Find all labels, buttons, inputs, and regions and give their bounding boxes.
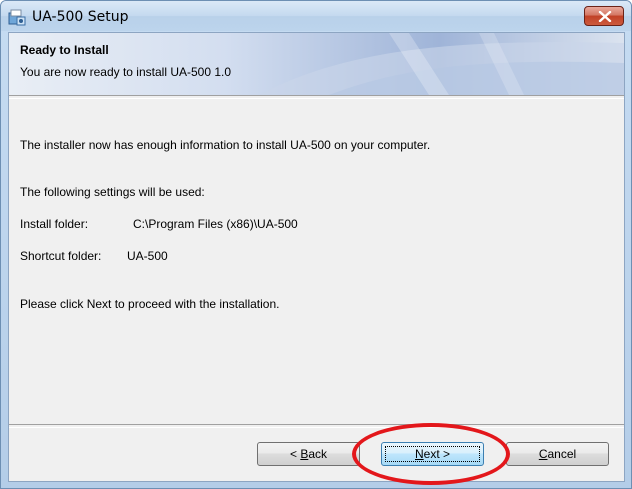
- intro-text: The installer now has enough information…: [20, 138, 431, 152]
- window-title: UA-500 Setup: [32, 9, 129, 25]
- back-button-label: ack: [308, 447, 328, 461]
- next-button-label: ext >: [423, 447, 451, 461]
- cancel-button-label: ancel: [547, 447, 577, 461]
- settings-heading: The following settings will be used:: [20, 185, 205, 199]
- setup-window: UA-500 Setup Ready to Install You are no…: [0, 0, 632, 489]
- header-divider: [9, 95, 624, 99]
- dialog-content: Ready to Install You are now ready to in…: [8, 32, 625, 482]
- close-button[interactable]: [584, 6, 624, 26]
- install-folder-value: C:\Program Files (x86)\UA-500: [133, 217, 298, 231]
- footer-divider: [9, 424, 624, 428]
- install-folder-label: Install folder:: [20, 217, 89, 231]
- shortcut-folder-value: UA-500: [127, 249, 168, 263]
- shortcut-folder-label: Shortcut folder:: [20, 249, 102, 263]
- next-button[interactable]: Next >: [381, 442, 484, 466]
- banner-title: Ready to Install: [20, 43, 109, 57]
- installer-app-icon: [8, 8, 26, 26]
- instruction-text: Please click Next to proceed with the in…: [20, 297, 280, 311]
- header-banner: Ready to Install You are now ready to in…: [9, 33, 624, 95]
- banner-subtitle: You are now ready to install UA-500 1.0: [20, 65, 232, 79]
- back-button-prefix: <: [289, 447, 301, 461]
- close-icon: [598, 11, 612, 22]
- next-button-mnemonic: N: [414, 447, 424, 461]
- back-button[interactable]: < Back: [257, 442, 360, 466]
- cancel-button[interactable]: Cancel: [506, 442, 609, 466]
- title-bar[interactable]: UA-500 Setup: [1, 1, 631, 31]
